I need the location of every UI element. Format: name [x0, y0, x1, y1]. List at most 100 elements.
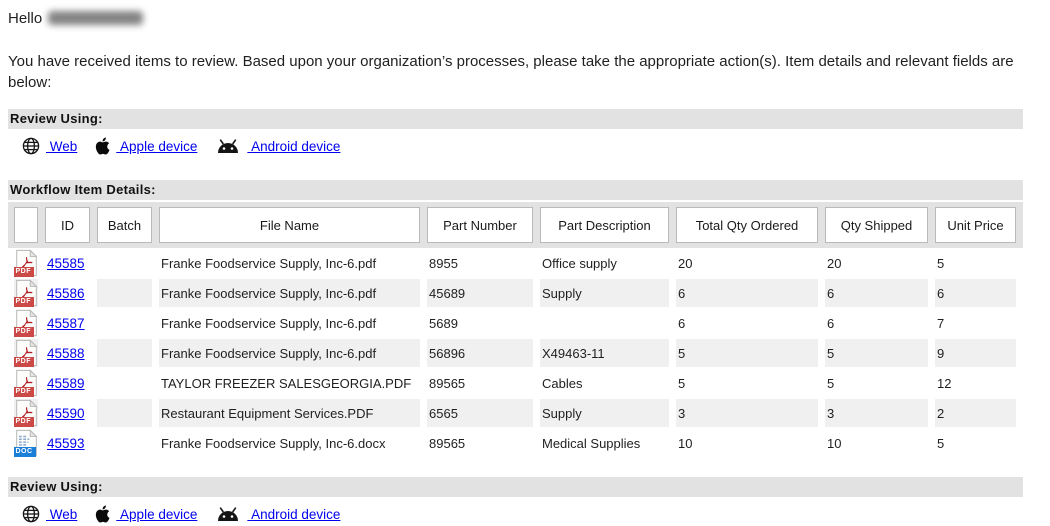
file-type-cell: PDF	[14, 339, 38, 367]
file-name-cell: Franke Foodservice Supply, Inc-6.docx	[159, 429, 420, 457]
workflow-item-details-heading: Workflow Item Details:	[8, 180, 1023, 200]
table-row: PDF 45587 Franke Foodservice Supply, Inc…	[8, 308, 1023, 338]
item-id-link[interactable]: 45590	[47, 406, 85, 421]
column-header-file-name: File Name	[159, 207, 420, 243]
table-row: PDF 45590 Restaurant Equipment Services.…	[8, 398, 1023, 428]
part-description-cell	[540, 309, 669, 337]
table-row: PDF 45586 Franke Foodservice Supply, Inc…	[8, 278, 1023, 308]
table-row: PDF 45589 TAYLOR FREEZER SALESGEORGIA.PD…	[8, 368, 1023, 398]
android-icon	[215, 507, 241, 522]
column-header-part-number: Part Number	[427, 207, 533, 243]
part-description-cell: Medical Supplies	[540, 429, 669, 457]
id-cell: 45593	[45, 429, 90, 457]
web-link-group: Web	[22, 137, 77, 155]
qty-shipped-cell: 20	[825, 249, 928, 277]
qty-shipped-cell: 10	[825, 429, 928, 457]
batch-cell	[97, 429, 152, 457]
id-cell: 45587	[45, 309, 90, 337]
unit-price-cell: 9	[935, 339, 1016, 367]
column-header-part-description: Part Description	[540, 207, 669, 243]
web-link-group: Web	[22, 505, 77, 523]
column-header-unit-price: Unit Price	[935, 207, 1016, 243]
redacted-recipient-name	[48, 11, 143, 25]
android-icon	[215, 139, 241, 154]
qty-shipped-cell: 5	[825, 339, 928, 367]
file-name-cell: Franke Foodservice Supply, Inc-6.pdf	[159, 279, 420, 307]
file-name-cell: Restaurant Equipment Services.PDF	[159, 399, 420, 427]
pdf-badge-label: PDF	[14, 327, 34, 337]
review-using-heading-top: Review Using:	[8, 109, 1023, 129]
part-number-cell: 5689	[427, 309, 533, 337]
part-description-cell: Supply	[540, 279, 669, 307]
apple-link-group: Apple device	[95, 137, 197, 155]
greeting-line: Hello	[8, 8, 1042, 29]
id-cell: 45589	[45, 369, 90, 397]
total-qty-cell: 3	[676, 399, 818, 427]
unit-price-cell: 5	[935, 429, 1016, 457]
file-name-cell: Franke Foodservice Supply, Inc-6.pdf	[159, 249, 420, 277]
review-links-top: Web Apple device Android device	[22, 134, 1042, 158]
file-name-cell: TAYLOR FREEZER SALESGEORGIA.PDF	[159, 369, 420, 397]
total-qty-cell: 10	[676, 429, 818, 457]
table-row: DOC 45593 Franke Foodservice Supply, Inc…	[8, 428, 1023, 458]
batch-cell	[97, 309, 152, 337]
part-description-cell: X49463-11	[540, 339, 669, 367]
qty-shipped-cell: 3	[825, 399, 928, 427]
web-link[interactable]: Web	[46, 139, 77, 154]
file-name-cell: Franke Foodservice Supply, Inc-6.pdf	[159, 339, 420, 367]
part-number-cell: 8955	[427, 249, 533, 277]
id-cell: 45590	[45, 399, 90, 427]
apple-icon	[95, 505, 110, 523]
file-type-cell: PDF	[14, 369, 38, 397]
total-qty-cell: 5	[676, 369, 818, 397]
apple-device-link[interactable]: Apple device	[116, 139, 197, 154]
total-qty-cell: 6	[676, 309, 818, 337]
pdf-file-icon: PDF	[15, 369, 38, 397]
qty-shipped-cell: 5	[825, 369, 928, 397]
column-header-file-type	[14, 207, 38, 243]
globe-icon	[22, 137, 40, 155]
apple-link-group: Apple device	[95, 505, 197, 523]
pdf-file-icon: PDF	[15, 309, 38, 337]
pdf-file-icon: PDF	[15, 279, 38, 307]
id-cell: 45588	[45, 339, 90, 367]
doc-badge-label: DOC	[14, 447, 36, 457]
android-device-link[interactable]: Android device	[247, 507, 340, 522]
part-description-cell: Cables	[540, 369, 669, 397]
file-type-cell: PDF	[14, 399, 38, 427]
pdf-badge-label: PDF	[14, 267, 34, 277]
android-device-link[interactable]: Android device	[247, 139, 340, 154]
file-type-cell: PDF	[14, 309, 38, 337]
unit-price-cell: 6	[935, 279, 1016, 307]
item-id-link[interactable]: 45585	[47, 256, 85, 271]
unit-price-cell: 12	[935, 369, 1016, 397]
column-header-batch: Batch	[97, 207, 152, 243]
unit-price-cell: 7	[935, 309, 1016, 337]
item-id-link[interactable]: 45593	[47, 436, 85, 451]
item-id-link[interactable]: 45587	[47, 316, 85, 331]
unit-price-cell: 2	[935, 399, 1016, 427]
apple-icon	[95, 137, 110, 155]
pdf-file-icon: PDF	[15, 339, 38, 367]
batch-cell	[97, 339, 152, 367]
unit-price-cell: 5	[935, 249, 1016, 277]
apple-device-link[interactable]: Apple device	[116, 507, 197, 522]
android-link-group: Android device	[215, 507, 340, 522]
review-using-heading-bottom: Review Using:	[8, 477, 1023, 497]
batch-cell	[97, 369, 152, 397]
column-header-total-qty-ordered: Total Qty Ordered	[676, 207, 818, 243]
item-id-link[interactable]: 45586	[47, 286, 85, 301]
intro-paragraph: You have received items to review. Based…	[8, 51, 1042, 93]
web-link[interactable]: Web	[46, 507, 77, 522]
id-cell: 45586	[45, 279, 90, 307]
total-qty-cell: 5	[676, 339, 818, 367]
review-links-bottom: Web Apple device Android device	[22, 502, 1042, 526]
item-id-link[interactable]: 45589	[47, 376, 85, 391]
qty-shipped-cell: 6	[825, 279, 928, 307]
part-number-cell: 89565	[427, 429, 533, 457]
id-cell: 45585	[45, 249, 90, 277]
item-id-link[interactable]: 45588	[47, 346, 85, 361]
total-qty-cell: 6	[676, 279, 818, 307]
part-number-cell: 56896	[427, 339, 533, 367]
table-row: PDF 45588 Franke Foodservice Supply, Inc…	[8, 338, 1023, 368]
